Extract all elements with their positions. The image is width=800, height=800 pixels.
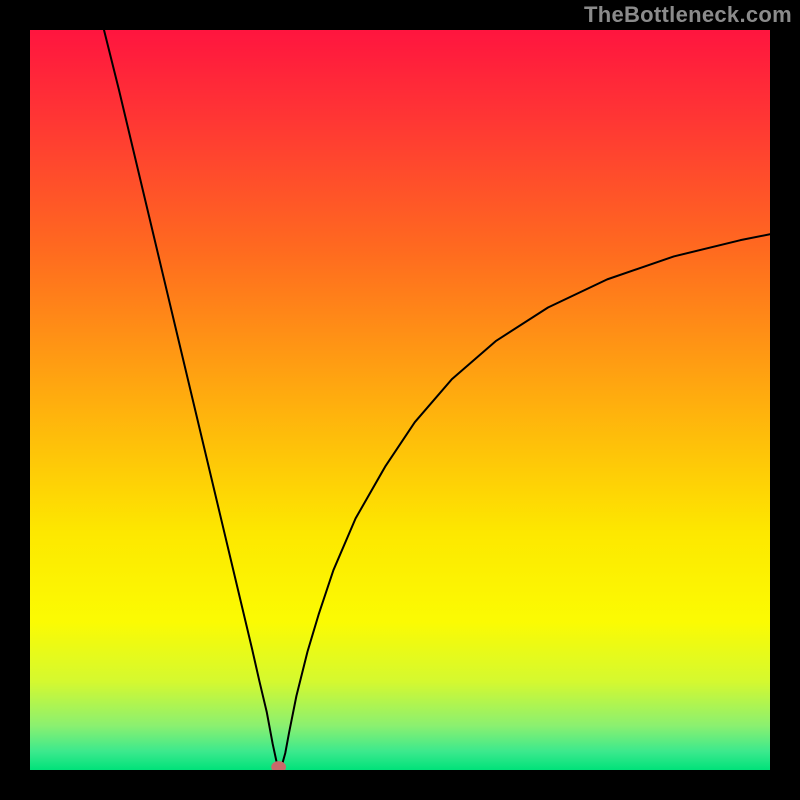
chart-background: [30, 30, 770, 770]
chart-svg: [30, 30, 770, 770]
chart-plot-area: [30, 30, 770, 770]
outer-frame: TheBottleneck.com: [0, 0, 800, 800]
watermark-text: TheBottleneck.com: [584, 2, 792, 28]
